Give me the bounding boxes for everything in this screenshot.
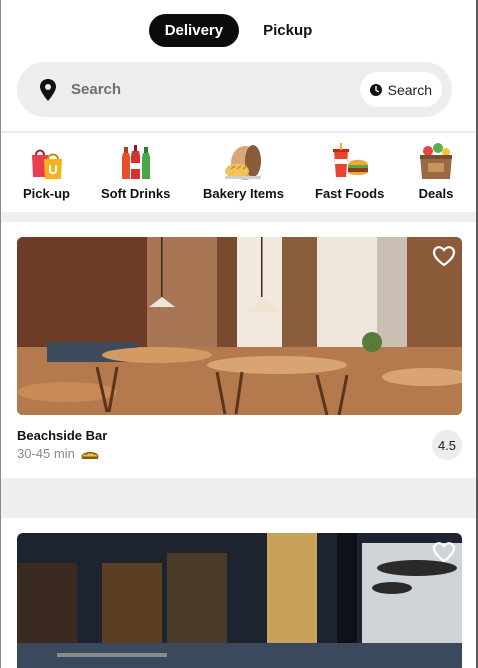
pickup-tab[interactable]: Pickup [247, 14, 328, 47]
category-fast-foods[interactable]: Fast Foods [315, 143, 384, 201]
category-label: Pick-up [23, 186, 70, 201]
burger-soda-icon [332, 143, 368, 177]
section-divider [1, 478, 476, 518]
heart-outline-icon[interactable] [432, 245, 456, 267]
app-screen: Delivery Pickup Search Pi [0, 0, 478, 668]
bread-icon [225, 145, 262, 180]
restaurant-photo[interactable] [17, 533, 462, 668]
category-label: Bakery Items [203, 186, 284, 201]
delivery-time: 30-45 min [17, 446, 99, 461]
soda-bottles-icon [121, 145, 150, 179]
heart-outline-icon[interactable] [432, 541, 456, 563]
category-label: Soft Drinks [101, 186, 171, 201]
clock-icon [369, 83, 382, 96]
grocery-bag-icon [420, 143, 452, 179]
category-label: Deals [418, 186, 454, 201]
search-input[interactable] [71, 81, 360, 98]
shopping-bags-icon [32, 149, 63, 179]
delivery-tab[interactable]: Delivery [148, 14, 240, 47]
category-deals[interactable]: Deals [416, 143, 456, 201]
location-pin-icon [40, 78, 56, 101]
search-button-label: Search [387, 81, 432, 98]
category-soft-drinks[interactable]: Soft Drinks [101, 143, 170, 201]
mode-toggle: Delivery Pickup [1, 14, 476, 47]
divider [1, 131, 476, 133]
rating-badge: 4.5 [432, 430, 462, 460]
section-divider [1, 212, 476, 222]
restaurant-interior-image [17, 533, 462, 668]
restaurant-photo[interactable] [17, 237, 462, 415]
search-bar: Search [17, 62, 452, 117]
category-pick-up[interactable]: Pick-up [23, 143, 70, 201]
category-row: Pick-up Soft Drinks Bakery Items Fast Fo… [1, 143, 476, 203]
dumpling-icon [81, 451, 99, 459]
category-label: Fast Foods [315, 186, 385, 201]
category-bakery-items[interactable]: Bakery Items [203, 143, 284, 201]
search-button[interactable]: Search [359, 72, 442, 107]
delivery-time-text: 30-45 min [17, 446, 75, 461]
restaurant-interior-image [17, 237, 462, 415]
restaurant-name[interactable]: Beachside Bar [17, 428, 107, 443]
